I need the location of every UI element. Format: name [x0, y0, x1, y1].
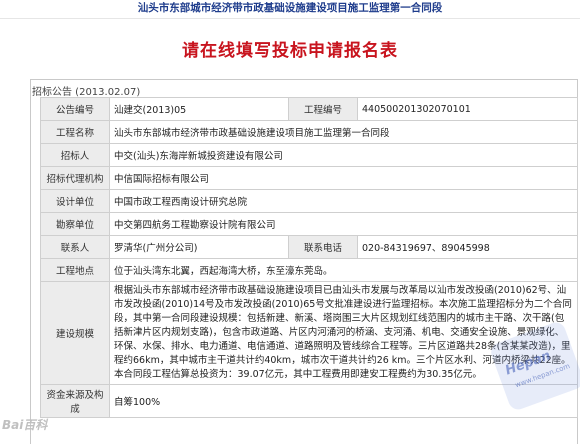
design-label: 设计单位 — [40, 189, 110, 213]
location-value: 位于汕头湾东北翼，西起海湾大桥，东至濠东莞岛。 — [109, 258, 578, 282]
agency-value: 中信国际招标有限公司 — [109, 166, 578, 190]
notice-no-value: 汕建交(2013)05 — [109, 97, 289, 121]
survey-value: 中交第四航务工程勘察设计院有限公司 — [109, 212, 578, 236]
scale-label: 建设规模 — [40, 281, 110, 385]
header-title: 汕头市东部城市经济带市政基础设施建设项目施工监理第一合同段 — [137, 2, 443, 14]
table-row: 资金来源及构成 自筹100% — [40, 384, 578, 418]
baidu-watermark: Bai百科 — [2, 418, 48, 432]
table-row: 工程地点 位于汕头湾东北翼，西起海湾大桥，东至濠东莞岛。 — [40, 258, 578, 282]
design-value: 中国市政工程西南设计研究总院 — [109, 189, 578, 213]
table-row: 勘察单位 中交第四航务工程勘察设计院有限公司 — [40, 212, 578, 236]
project-name-label: 工程名称 — [40, 120, 110, 144]
contact-label: 联系人 — [40, 235, 110, 259]
funding-label: 资金来源及构成 — [40, 384, 110, 418]
table-row: 招标人 中交(汕头)东海岸新城投资建设有限公司 — [40, 143, 578, 167]
project-name-value: 汕头市东部城市经济带市政基础设施建设项目施工监理第一合同段 — [109, 120, 578, 144]
location-label: 工程地点 — [40, 258, 110, 282]
phone-value: 020-84319697、89045998 — [357, 235, 578, 259]
project-no-label: 工程编号 — [288, 97, 358, 121]
table-row: 工程名称 汕头市东部城市经济带市政基础设施建设项目施工监理第一合同段 — [40, 120, 578, 144]
agency-label: 招标代理机构 — [40, 166, 110, 190]
notice-no-label: 公告编号 — [40, 97, 110, 121]
contact-value: 罗清华(广州分公司) — [109, 235, 289, 259]
tenderer-label: 招标人 — [40, 143, 110, 167]
project-no-value: 440500201302070101 — [357, 97, 578, 121]
announcement-date: 招标公告 (2013.02.07) — [32, 87, 141, 98]
form-title: 请在线填写投标申请报名表 — [182, 41, 398, 61]
tenderer-value: 中交(汕头)东海岸新城投资建设有限公司 — [109, 143, 578, 167]
survey-label: 勘察单位 — [40, 212, 110, 236]
table-row: 公告编号 汕建交(2013)05 工程编号 440500201302070101 — [40, 97, 578, 121]
page-header: 汕头市东部城市经济带市政基础设施建设项目施工监理第一合同段 — [0, 0, 580, 19]
phone-label: 联系电话 — [288, 235, 358, 259]
table-row: 设计单位 中国市政工程西南设计研究总院 — [40, 189, 578, 213]
table-row: 招标代理机构 中信国际招标有限公司 — [40, 166, 578, 190]
table-row: 联系人 罗清华(广州分公司) 联系电话 020-84319697、8904599… — [40, 235, 578, 259]
